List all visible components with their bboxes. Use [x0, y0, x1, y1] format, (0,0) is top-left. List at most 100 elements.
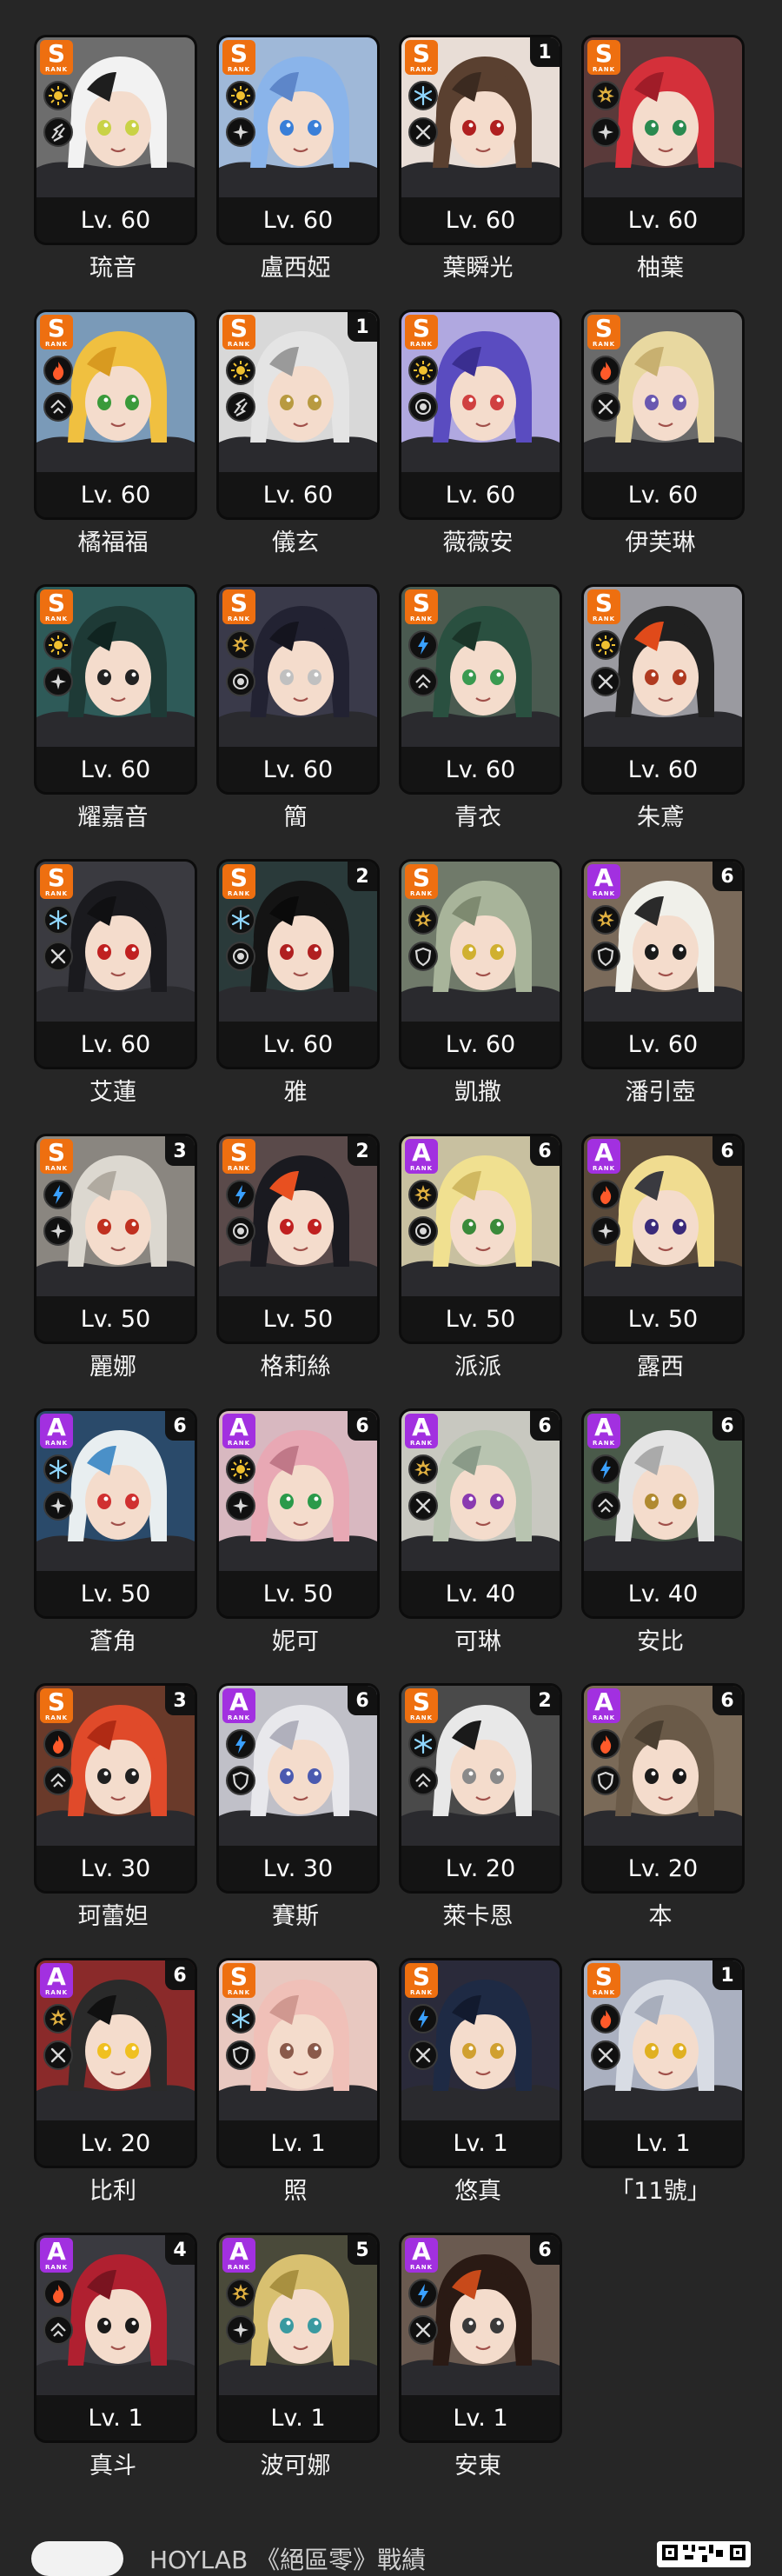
- agent-card[interactable]: S RANK Lv. 60 琉音: [30, 35, 197, 282]
- agent-card[interactable]: S RANK 2 Lv. 20 萊卡恩: [395, 1683, 562, 1930]
- rank-badge: A RANK: [405, 2238, 438, 2273]
- agent-card-frame: A RANK 6 Lv. 50: [581, 1134, 745, 1344]
- agent-card-frame: A RANK 5 Lv. 1: [216, 2233, 380, 2443]
- rank-caption: RANK: [227, 1165, 251, 1172]
- agent-name: 簡: [283, 804, 308, 831]
- agent-name: 凱撒: [454, 1079, 501, 1106]
- agent-card[interactable]: S RANK Lv. 60 簡: [213, 584, 380, 831]
- agent-card[interactable]: A RANK 6 Lv. 50 露西: [578, 1134, 745, 1381]
- mindscape-count: 4: [165, 2235, 195, 2265]
- agent-name: 悠真: [454, 2178, 501, 2205]
- stun-specialty-icon: [591, 1491, 620, 1521]
- rupture-specialty-icon: [226, 392, 255, 422]
- rank-letter: A: [594, 1413, 613, 1441]
- mindscape-count: 6: [348, 1686, 377, 1715]
- physical-attribute-icon: [43, 2004, 73, 2034]
- ice-attribute-icon: [408, 1729, 438, 1759]
- agent-card[interactable]: A RANK 6 Lv. 30 賽斯: [213, 1683, 380, 1930]
- attack-specialty-icon: [43, 2040, 73, 2070]
- rank-caption: RANK: [227, 890, 251, 897]
- agent-card[interactable]: S RANK Lv. 60 耀嘉音: [30, 584, 197, 831]
- attack-specialty-icon: [408, 117, 438, 147]
- agent-level: Lv. 60: [219, 1022, 377, 1067]
- mindscape-count: 6: [530, 1411, 560, 1441]
- attack-specialty-icon: [591, 2040, 620, 2070]
- rank-badge: S RANK: [405, 1688, 438, 1723]
- rank-caption: RANK: [227, 1714, 251, 1721]
- anomaly-specialty-icon: [226, 667, 255, 696]
- rank-letter: S: [594, 39, 613, 68]
- rank-caption: RANK: [227, 341, 251, 348]
- rank-badge: S RANK: [222, 1139, 255, 1174]
- agent-card[interactable]: A RANK 6 Lv. 50 派派: [395, 1134, 562, 1381]
- agent-card[interactable]: S RANK 3 Lv. 30 珂蕾妲: [30, 1683, 197, 1930]
- agent-card[interactable]: S RANK Lv. 60 青衣: [395, 584, 562, 831]
- rank-caption: RANK: [409, 1714, 434, 1721]
- agent-card-frame: S RANK Lv. 60: [399, 310, 562, 520]
- rank-caption: RANK: [227, 1440, 251, 1447]
- agent-card[interactable]: A RANK 6 Lv. 20 比利: [30, 1958, 197, 2205]
- agent-card[interactable]: A RANK 5 Lv. 1 波可娜: [213, 2233, 380, 2479]
- agent-card[interactable]: S RANK 2 Lv. 50 格莉絲: [213, 1134, 380, 1381]
- agent-card[interactable]: S RANK Lv. 60 凱撒: [395, 859, 562, 1106]
- agent-name: 妮可: [272, 1628, 319, 1655]
- support-specialty-icon: [226, 2315, 255, 2345]
- rank-badge: A RANK: [222, 2238, 255, 2273]
- stun-specialty-icon: [408, 1766, 438, 1795]
- electric-attribute-icon: [408, 2279, 438, 2308]
- agent-card[interactable]: A RANK 6 Lv. 20 本: [578, 1683, 745, 1930]
- agent-name: 薇薇安: [442, 529, 514, 556]
- agent-card[interactable]: S RANK 3 Lv. 50 麗娜: [30, 1134, 197, 1381]
- agent-level: Lv. 1: [219, 2395, 377, 2440]
- rank-letter: S: [47, 1687, 66, 1716]
- agent-card[interactable]: S RANK 1 Lv. 1 「11號」: [578, 1958, 745, 2205]
- rank-letter: A: [412, 1413, 431, 1441]
- agent-card[interactable]: A RANK 4 Lv. 1 真斗: [30, 2233, 197, 2479]
- rank-letter: A: [229, 2237, 249, 2266]
- agent-card[interactable]: A RANK 6 Lv. 1 安東: [395, 2233, 562, 2479]
- agent-card[interactable]: S RANK Lv. 1 照: [213, 1958, 380, 2205]
- agent-card-frame: S RANK 1 Lv. 60: [399, 35, 562, 245]
- agent-card[interactable]: S RANK Lv. 60 艾蓮: [30, 859, 197, 1106]
- agent-card[interactable]: A RANK 6 Lv. 50 妮可: [213, 1408, 380, 1655]
- agent-card[interactable]: S RANK Lv. 60 伊芙琳: [578, 310, 745, 556]
- rank-badge: A RANK: [587, 864, 620, 899]
- anomaly-specialty-icon: [408, 1216, 438, 1246]
- agent-card-frame: S RANK Lv. 60: [581, 584, 745, 795]
- agent-level: Lv. 60: [36, 747, 195, 792]
- agent-card[interactable]: S RANK Lv. 1 悠真: [395, 1958, 562, 2205]
- rank-caption: RANK: [44, 1989, 69, 1996]
- agent-card[interactable]: S RANK Lv. 60 盧西婭: [213, 35, 380, 282]
- agent-card[interactable]: S RANK Lv. 60 朱鳶: [578, 584, 745, 831]
- fire-attribute-icon: [591, 1180, 620, 1209]
- agent-level: Lv. 20: [401, 1846, 560, 1891]
- rank-letter: S: [229, 589, 249, 617]
- agent-card[interactable]: S RANK 2 Lv. 60 雅: [213, 859, 380, 1106]
- agent-name: 賽斯: [272, 1903, 319, 1930]
- agent-card[interactable]: S RANK Lv. 60 柚葉: [578, 35, 745, 282]
- agent-level: Lv. 1: [36, 2395, 195, 2440]
- agent-card[interactable]: A RANK 6 Lv. 40 安比: [578, 1408, 745, 1655]
- agent-level: Lv. 60: [219, 197, 377, 243]
- agent-card[interactable]: S RANK 1 Lv. 60 葉瞬光: [395, 35, 562, 282]
- rank-badge: S RANK: [40, 1688, 73, 1723]
- agent-name: 真斗: [89, 2453, 136, 2479]
- agent-card[interactable]: S RANK Lv. 60 橘福福: [30, 310, 197, 556]
- rank-letter: S: [412, 1687, 431, 1716]
- rank-letter: S: [229, 1962, 249, 1991]
- mindscape-count: 3: [165, 1136, 195, 1166]
- agent-name: 伊芙琳: [625, 529, 696, 556]
- agent-card[interactable]: S RANK 1 Lv. 60 儀玄: [213, 310, 380, 556]
- agent-card[interactable]: A RANK 6 Lv. 60 潘引壺: [578, 859, 745, 1106]
- rank-caption: RANK: [409, 341, 434, 348]
- agent-card[interactable]: A RANK 6 Lv. 40 可琳: [395, 1408, 562, 1655]
- agent-card[interactable]: S RANK Lv. 60 薇薇安: [395, 310, 562, 556]
- agent-card-frame: S RANK 3 Lv. 50: [34, 1134, 197, 1344]
- agent-name: 可琳: [454, 1628, 501, 1655]
- rank-letter: S: [412, 589, 431, 617]
- agent-card[interactable]: A RANK 6 Lv. 50 蒼角: [30, 1408, 197, 1655]
- mindscape-count: 1: [348, 312, 377, 342]
- footer-caption: HOYLAB 《絕區零》戰績: [149, 2546, 427, 2574]
- rank-badge: S RANK: [222, 864, 255, 899]
- agent-level: Lv. 60: [36, 1022, 195, 1067]
